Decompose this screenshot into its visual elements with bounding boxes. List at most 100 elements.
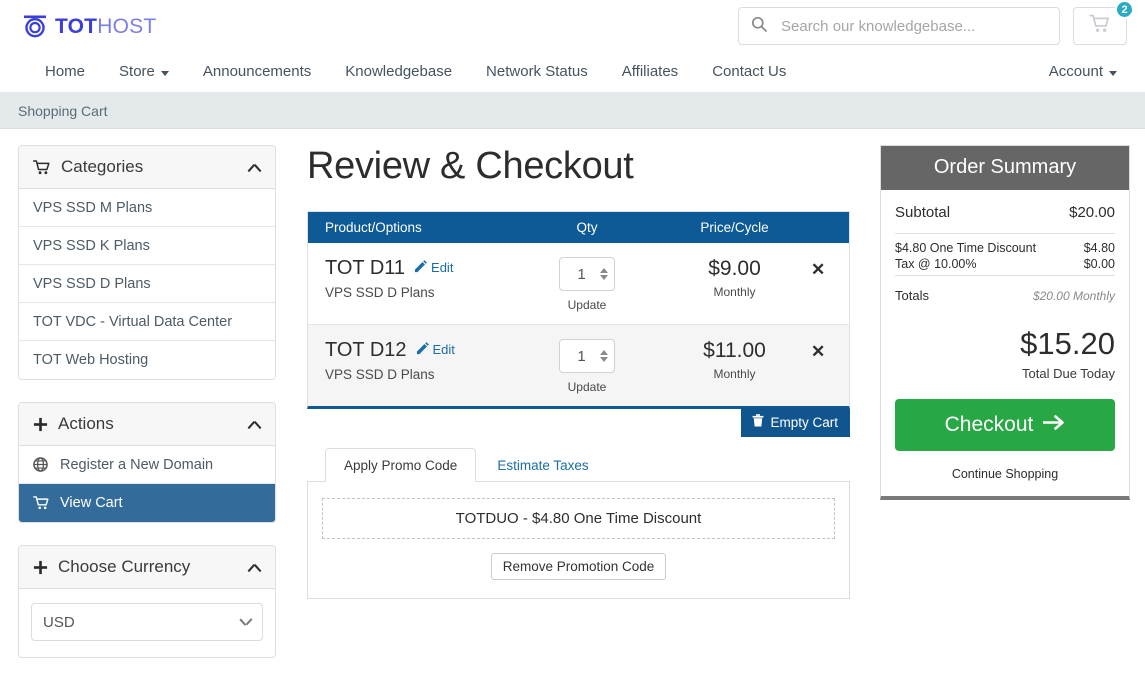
qty-wrap: Update: [512, 257, 662, 312]
chevron-up-icon[interactable]: [248, 420, 261, 429]
sidebar-item-label: VPS SSD M Plans: [33, 199, 153, 216]
nav-label: Announcements: [202, 63, 312, 80]
total-due-label: Total Due Today: [1022, 366, 1115, 381]
tothost-circle-logo-icon: [22, 14, 48, 38]
column-header-qty: Qty: [576, 220, 598, 235]
product-name: TOT D12: [325, 339, 407, 361]
nav-item-network-status[interactable]: Network Status: [469, 52, 605, 92]
cart-row-remove: ✕: [807, 257, 849, 282]
summary-line-label: $4.80 One Time Discount: [895, 241, 1037, 255]
sidebar-item-label: VPS SSD K Plans: [33, 237, 150, 254]
search-box[interactable]: [738, 7, 1060, 45]
price-wrap: $9.00 Monthly: [662, 257, 807, 299]
quantity-stepper[interactable]: [559, 257, 615, 291]
sidebar: Categories VPS SSD M Plans VPS SSD K Pla…: [18, 145, 276, 685]
column-header-product: Product/Options: [325, 220, 422, 235]
table-row: TOT D11 Edit VPS SSD D Plans 1 Update $9…: [308, 243, 849, 325]
chevron-up-icon[interactable]: [248, 563, 261, 572]
currency-select[interactable]: USD: [31, 603, 263, 641]
nav-label: Affiliates: [621, 63, 679, 80]
sidebar-item-label: VPS SSD D Plans: [33, 275, 151, 292]
spinner-down-icon[interactable]: [600, 357, 608, 362]
shopping-cart-icon: [33, 496, 50, 510]
actions-panel-header[interactable]: Actions: [19, 403, 275, 446]
page-body: Categories VPS SSD M Plans VPS SSD K Pla…: [0, 129, 1145, 685]
product-price: $11.00: [703, 339, 766, 362]
quantity-input[interactable]: [566, 346, 597, 366]
currency-panel-title: Choose Currency: [58, 557, 191, 576]
summary-subtotal-value: $20.00: [1069, 204, 1115, 221]
close-icon: ✕: [811, 342, 826, 361]
spinner-down-icon[interactable]: [600, 275, 608, 280]
remove-item-button[interactable]: ✕: [807, 257, 829, 282]
empty-cart-row: Empty Cart: [307, 408, 850, 437]
nav-label: Home: [45, 63, 86, 80]
promo-tabs: Apply Promo Code Estimate Taxes: [307, 447, 850, 482]
tab-apply-promo-code[interactable]: Apply Promo Code: [325, 448, 477, 482]
spinner-up-icon[interactable]: [600, 268, 608, 273]
empty-cart-button[interactable]: Empty Cart: [741, 408, 850, 437]
table-row: TOT D12 Edit VPS SSD D Plans 1 Update $1…: [308, 325, 849, 406]
cart-row-remove: ✕: [807, 339, 849, 364]
nav-item-knowledgebase[interactable]: Knowledgebase: [328, 52, 469, 92]
tab-estimate-taxes[interactable]: Estimate Taxes: [478, 448, 607, 482]
categories-panel-header[interactable]: Categories: [19, 146, 275, 189]
nav-item-affiliates[interactable]: Affiliates: [605, 52, 695, 92]
spinner-up-icon[interactable]: [600, 350, 608, 355]
sidebar-item-label: TOT VDC - Virtual Data Center: [33, 313, 233, 330]
column-header-price: Price/Cycle: [700, 220, 769, 235]
sidebar-item-vps-ssd-k-plans[interactable]: VPS SSD K Plans: [19, 227, 275, 265]
price-wrap: $11.00 Monthly: [662, 339, 807, 381]
main-navigation: Home Store Announcements Knowledgebase N…: [0, 52, 1145, 93]
billing-cycle: Monthly: [713, 285, 756, 300]
sidebar-item-vps-ssd-d-plans[interactable]: VPS SSD D Plans: [19, 265, 275, 303]
sidebar-item-register-domain[interactable]: Register a New Domain: [19, 446, 275, 484]
currency-panel-header[interactable]: Choose Currency: [19, 546, 275, 589]
site-logo[interactable]: TOTHOST: [22, 14, 156, 38]
sidebar-item-tot-web-hosting[interactable]: TOT Web Hosting: [19, 341, 275, 379]
edit-product-link[interactable]: Edit: [416, 342, 455, 359]
cart-row-product: TOT D12 Edit VPS SSD D Plans: [308, 339, 512, 382]
cart-row-price: $11.00 Monthly: [662, 339, 807, 381]
summary-line-label: Tax @ 10.00%: [895, 257, 977, 271]
nav-item-account[interactable]: Account: [1032, 52, 1125, 92]
currency-select-value: USD: [43, 613, 75, 631]
pencil-icon: [414, 260, 427, 277]
remove-item-button[interactable]: ✕: [807, 339, 829, 364]
update-quantity-link[interactable]: Update: [568, 380, 607, 394]
promo-section: Apply Promo Code Estimate Taxes TOTDUO -…: [307, 447, 850, 599]
nav-label: Store: [119, 63, 155, 80]
summary-divider: [895, 233, 1115, 234]
cart-button[interactable]: 2: [1073, 0, 1134, 45]
sidebar-item-view-cart[interactable]: View Cart: [19, 484, 275, 522]
arrow-right-icon: [1043, 413, 1065, 437]
spinner-icon[interactable]: [600, 268, 608, 280]
checkout-button[interactable]: Checkout: [895, 399, 1115, 451]
logo-text-secondary: HOST: [97, 14, 157, 38]
nav-item-store[interactable]: Store: [102, 52, 186, 92]
update-quantity-link[interactable]: Update: [568, 298, 607, 312]
order-summary-column: Order Summary Subtotal $20.00 $4.80 One …: [858, 145, 1130, 685]
quantity-input[interactable]: [566, 264, 597, 284]
nav-item-announcements[interactable]: Announcements: [186, 52, 328, 92]
remove-promotion-code-button[interactable]: Remove Promotion Code: [490, 553, 667, 580]
quantity-stepper[interactable]: [559, 339, 615, 373]
spinner-icon[interactable]: [600, 350, 608, 362]
edit-product-link[interactable]: Edit: [414, 260, 453, 277]
nav-item-home[interactable]: Home: [28, 52, 102, 92]
nav-item-contact-us[interactable]: Contact Us: [695, 52, 803, 92]
empty-cart-label: Empty Cart: [770, 414, 838, 430]
page-title: Review & Checkout: [307, 145, 634, 187]
summary-totals-label: Totals: [895, 288, 929, 303]
search-input[interactable]: [779, 16, 1047, 36]
continue-shopping-link[interactable]: Continue Shopping: [952, 467, 1058, 481]
nav-label: Network Status: [486, 63, 588, 80]
cart-table: Product/Options Qty Price/Cycle TOT D11: [307, 211, 850, 409]
chevron-up-icon[interactable]: [248, 163, 261, 172]
logo-wordmark: TOTHOST: [55, 16, 156, 37]
categories-panel: Categories VPS SSD M Plans VPS SSD K Pla…: [18, 145, 276, 380]
currency-panel: Choose Currency USD: [18, 545, 276, 658]
sidebar-item-vps-ssd-m-plans[interactable]: VPS SSD M Plans: [19, 189, 275, 227]
sidebar-item-tot-vdc[interactable]: TOT VDC - Virtual Data Center: [19, 303, 275, 341]
applied-promo-code: TOTDUO - $4.80 One Time Discount: [322, 498, 835, 539]
